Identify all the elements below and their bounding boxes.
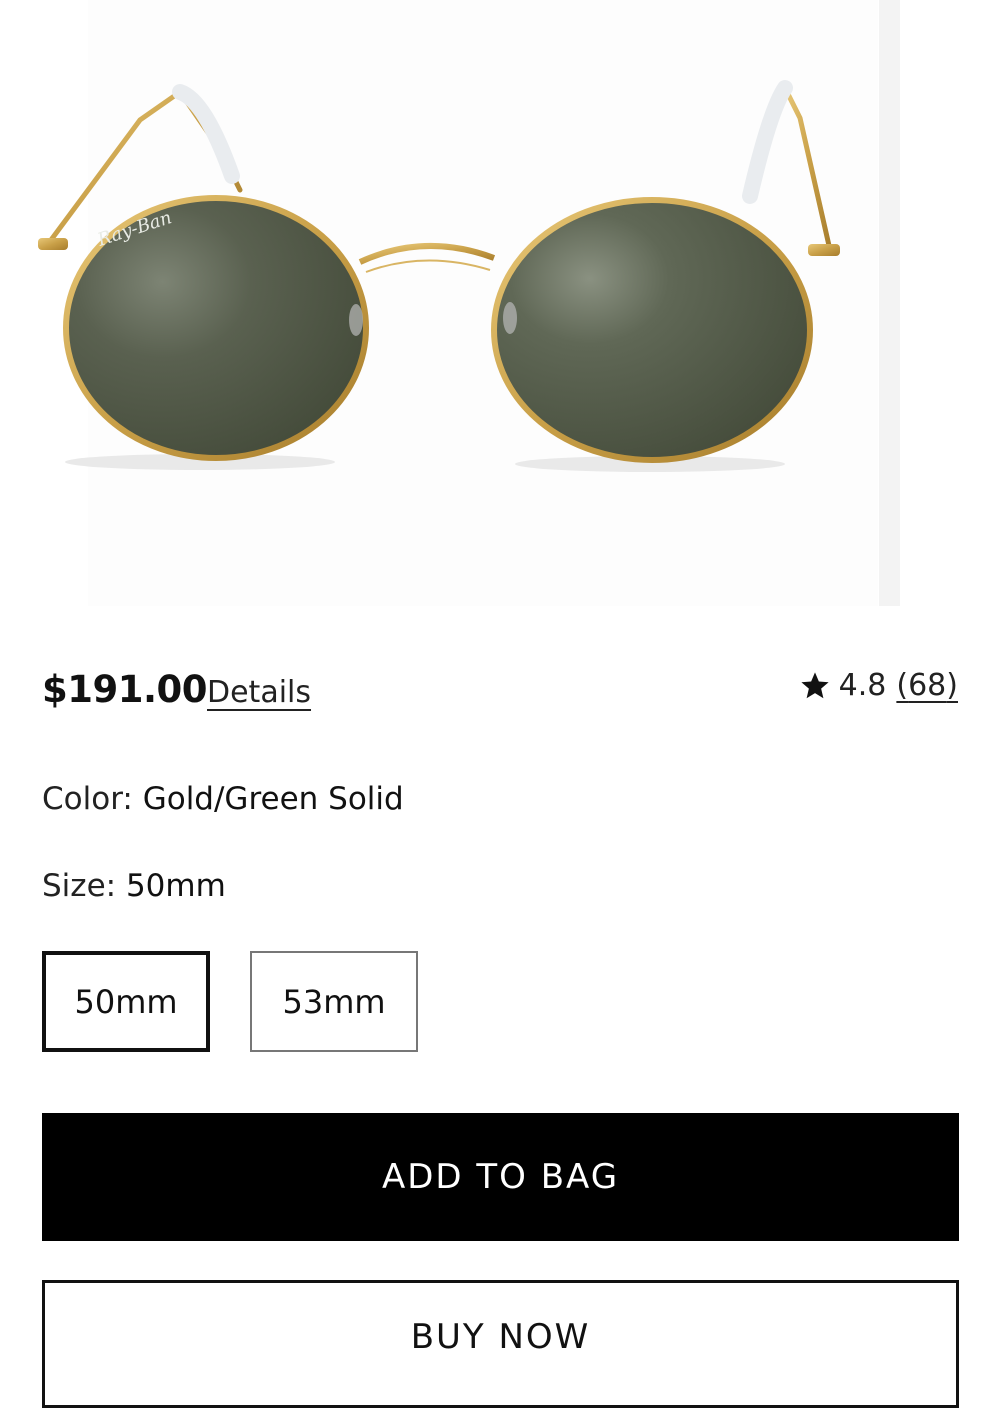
color-selection: Color: Gold/Green Solid (42, 779, 404, 819)
size-selection: Size: 50mm (42, 866, 226, 906)
temple-right (782, 85, 833, 253)
add-to-bag-button[interactable]: ADD TO BAG (42, 1113, 959, 1241)
size-label: Size: (42, 868, 126, 904)
review-count-close-paren: ) (946, 668, 958, 703)
product-image[interactable]: Ray-Ban (0, 0, 1000, 606)
color-value: Gold/Green Solid (142, 781, 404, 817)
review-count: 68 (908, 668, 947, 703)
nose-pad-left (349, 304, 363, 336)
temple-tip-left (172, 84, 240, 184)
rating-value: 4.8 (838, 668, 887, 703)
review-count-link[interactable]: (68) (896, 666, 958, 706)
details-link[interactable]: Details (207, 674, 311, 712)
size-option-label: 53mm (282, 982, 386, 1021)
add-to-bag-label: ADD TO BAG (381, 1157, 620, 1197)
product-rating: 4.8 (68) (799, 666, 958, 706)
nose-pad-right (503, 302, 517, 334)
size-option-53mm[interactable]: 53mm (250, 951, 418, 1052)
size-option-50mm[interactable]: 50mm (42, 951, 210, 1052)
product-price: $191.00 (42, 668, 208, 711)
bridge-lower (365, 259, 491, 273)
product-image-gallery[interactable]: Ray-Ban (0, 0, 1000, 606)
color-label: Color: (42, 781, 143, 817)
temple-tip-right (742, 80, 793, 204)
buy-now-button[interactable]: BUY NOW (42, 1280, 959, 1408)
size-option-label: 50mm (74, 982, 178, 1021)
buy-now-label: BUY NOW (410, 1317, 591, 1357)
size-value: 50mm (125, 868, 226, 904)
lens-right (496, 202, 808, 458)
hinge-right (808, 244, 840, 256)
star-icon (801, 672, 829, 699)
review-count-open-paren: ( (896, 668, 909, 703)
hinge-left (38, 238, 68, 250)
